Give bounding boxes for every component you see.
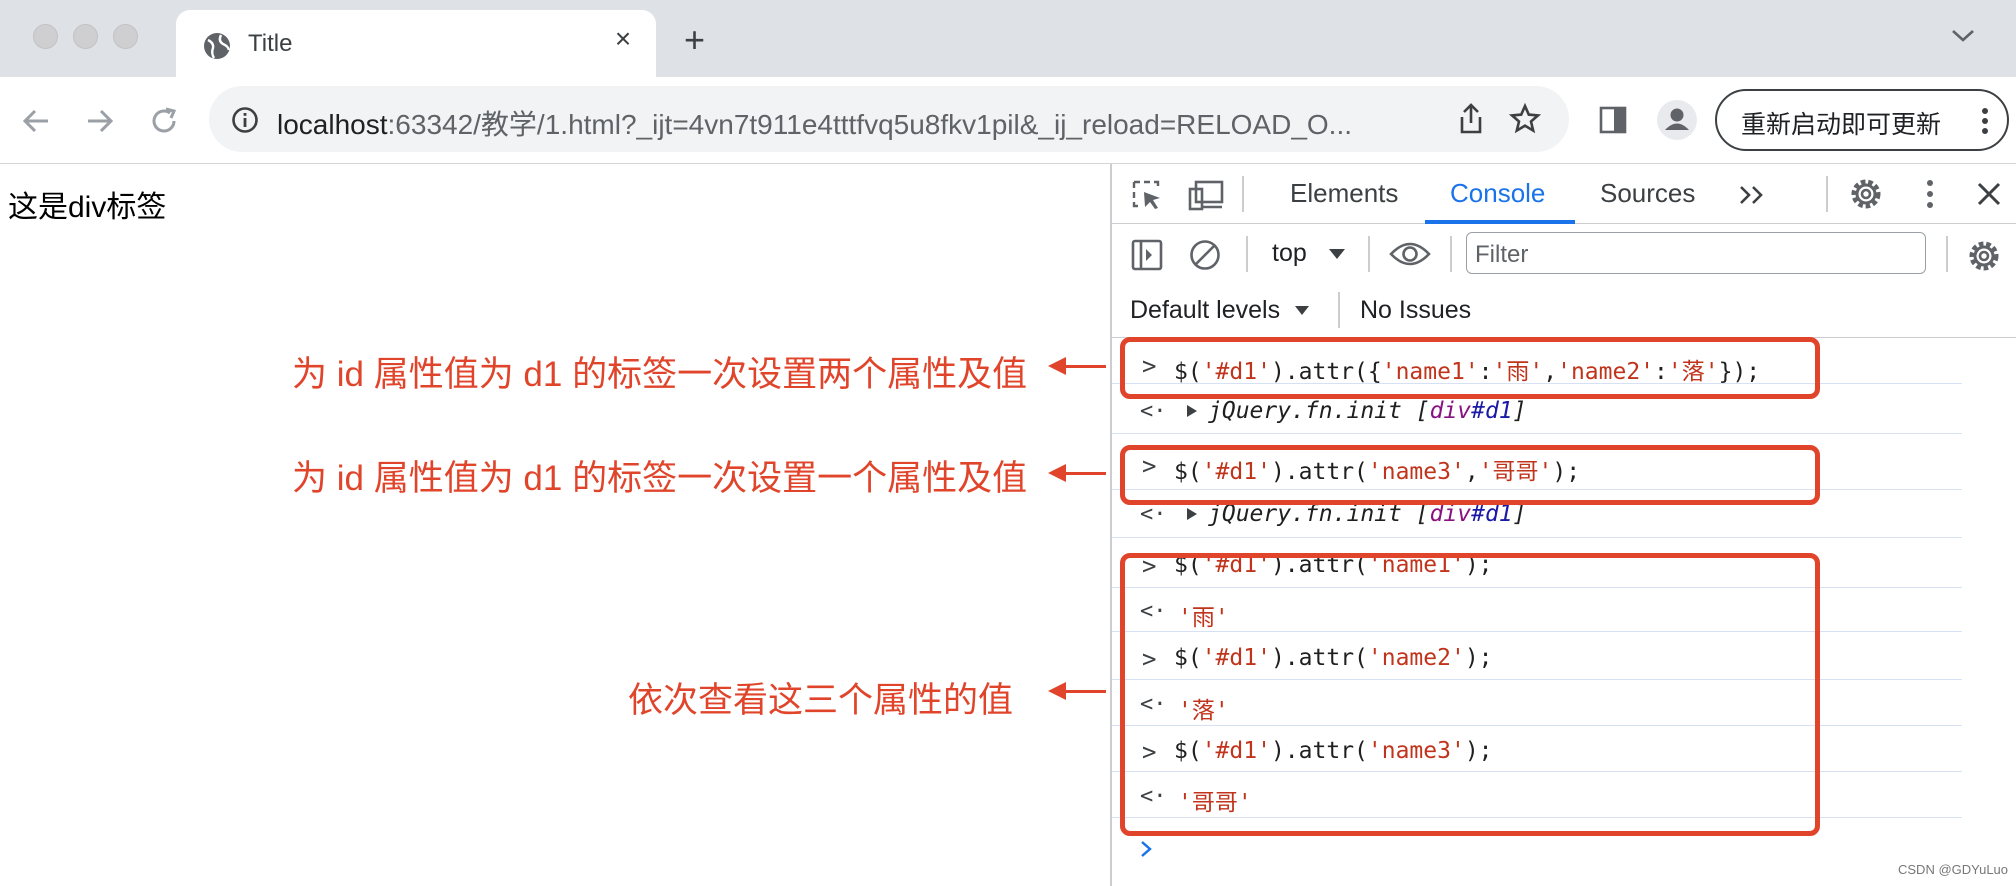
browser-toolbar: localhost:63342/教学/1.html?_ijt=4vn7t911e… [0, 77, 2016, 164]
info-icon[interactable] [231, 106, 259, 134]
address-bar[interactable]: localhost:63342/教学/1.html?_ijt=4vn7t911e… [209, 86, 1569, 152]
tab-elements[interactable]: Elements [1290, 178, 1398, 209]
globe-icon [204, 33, 231, 59]
star-icon[interactable] [1509, 103, 1541, 135]
filter-placeholder: Filter [1475, 241, 1529, 268]
minimize-window-button[interactable] [73, 24, 98, 49]
back-icon[interactable] [18, 103, 54, 139]
caret-down-icon[interactable] [1328, 248, 1346, 260]
console-toolbar: top Filter [1112, 224, 2016, 284]
more-options-icon[interactable] [1926, 178, 1934, 210]
toolbar-divider [1242, 176, 1244, 212]
relaunch-to-update-button[interactable]: 重新启动即可更新 [1715, 89, 2009, 151]
chevron-down-icon[interactable] [1950, 28, 1976, 44]
issues-count: No Issues [1360, 296, 1472, 324]
live-expression-eye-icon[interactable] [1388, 240, 1432, 268]
side-panel-icon[interactable] [1598, 105, 1628, 135]
reload-icon[interactable] [146, 103, 182, 139]
console-settings-gear-icon[interactable] [1966, 238, 2002, 274]
annotation-arrow-1 [1062, 365, 1106, 368]
close-tab-icon[interactable]: × [608, 24, 638, 54]
close-devtools-icon[interactable] [1976, 181, 2002, 207]
tab-console[interactable]: Console [1450, 178, 1545, 209]
url-path: :63342/教学/1.html?_ijt=4vn7t911e4tttfvq5u… [387, 109, 1353, 140]
browser-tab[interactable]: Title × [176, 10, 656, 77]
url-host: localhost [277, 109, 388, 140]
more-vert-icon[interactable] [1981, 107, 1989, 135]
default-levels-dropdown[interactable]: Default levels [1130, 296, 1280, 325]
annotation-set-one-attr: 为 id 属性值为 d1 的标签一次设置一个属性及值 [292, 459, 1028, 498]
more-tabs-icon[interactable] [1738, 184, 1766, 206]
console-output-1[interactable]: jQuery.fn.init [div#d1] [1208, 398, 1527, 424]
annotation-arrow-3 [1062, 690, 1106, 693]
tab-sources[interactable]: Sources [1600, 178, 1695, 209]
console-prompt-icon[interactable] [1140, 840, 1152, 858]
forward-icon[interactable] [82, 103, 118, 139]
annotation-arrow-2 [1062, 472, 1106, 475]
share-icon[interactable] [1456, 102, 1486, 136]
annotation-arrowhead-1 [1048, 357, 1066, 375]
page-div-text: 这是div标签 [8, 191, 167, 224]
return-arrow-icon: <· [1140, 502, 1167, 527]
expand-triangle-icon[interactable] [1186, 507, 1198, 521]
toolbar-divider [1338, 292, 1340, 328]
toolbar-divider [1450, 236, 1452, 272]
tab-strip: Title × + [0, 0, 2016, 77]
levels-caret-icon[interactable] [1294, 305, 1310, 316]
device-toolbar-icon[interactable] [1188, 178, 1224, 212]
new-tab-button[interactable]: + [684, 22, 705, 58]
inspect-element-icon[interactable] [1130, 178, 1164, 212]
clear-console-icon[interactable] [1188, 238, 1222, 272]
tab-title: Title [248, 30, 293, 57]
watermark: CSDN @GDYuLuo [1898, 862, 2009, 877]
annotation-view-three-attrs: 依次查看这三个属性的值 [628, 681, 1014, 720]
return-arrow-icon: <· [1140, 399, 1167, 424]
toolbar-divider [1368, 236, 1370, 272]
levels-bar: Default levels No Issues [1112, 284, 2016, 338]
close-window-button[interactable] [33, 24, 58, 49]
toolbar-divider [1246, 236, 1248, 272]
settings-gear-icon[interactable] [1848, 176, 1884, 212]
url-text: localhost:63342/教学/1.html?_ijt=4vn7t911e… [277, 103, 1352, 143]
toolbar-divider [1946, 236, 1948, 272]
highlight-box-set-one [1120, 445, 1820, 505]
zoom-window-button[interactable] [113, 24, 138, 49]
highlight-box-get-values [1120, 553, 1820, 836]
show-sidebar-icon[interactable] [1130, 238, 1164, 272]
expand-triangle-icon[interactable] [1186, 404, 1198, 418]
profile-avatar-icon[interactable] [1656, 99, 1698, 141]
context-selector[interactable]: top [1272, 239, 1307, 268]
devtools-tab-bar: Elements Console Sources [1112, 164, 2016, 224]
annotation-arrowhead-2 [1048, 464, 1066, 482]
toolbar-divider [1826, 176, 1828, 212]
highlight-box-set-two [1120, 337, 1820, 399]
annotation-arrowhead-3 [1048, 682, 1066, 700]
filter-input[interactable]: Filter [1466, 232, 1926, 274]
update-button-label: 重新启动即可更新 [1741, 111, 1942, 139]
annotation-set-two-attrs: 为 id 属性值为 d1 的标签一次设置两个属性及值 [292, 355, 1028, 394]
